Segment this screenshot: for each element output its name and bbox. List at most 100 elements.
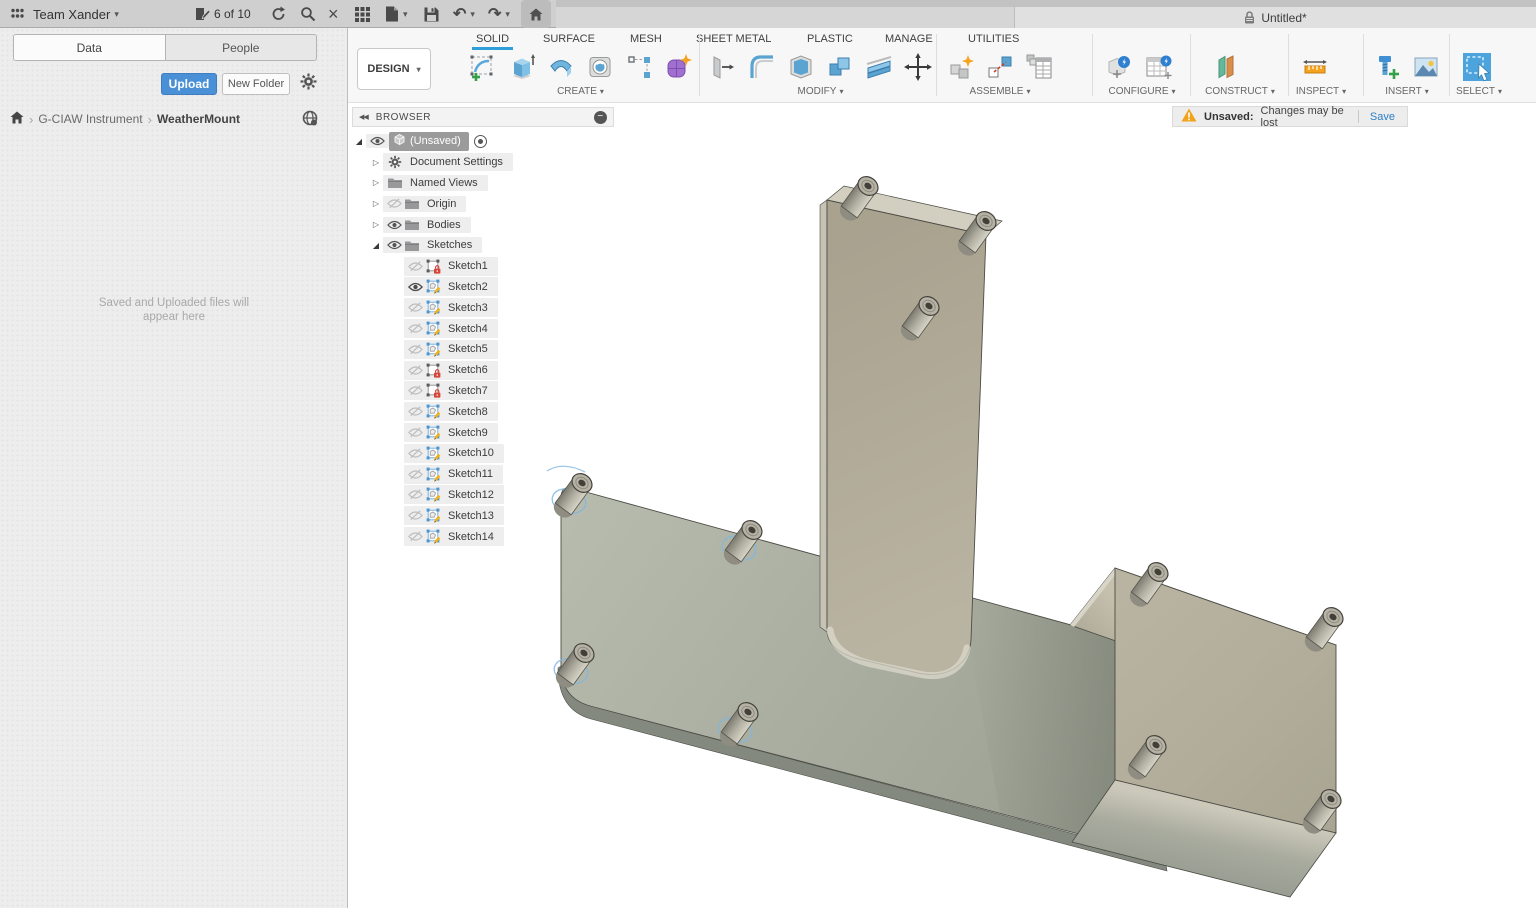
expand-caret-icon[interactable]: ◢ <box>369 241 383 250</box>
create-sketch-icon[interactable] <box>466 50 500 84</box>
tree-item-sketch[interactable]: Sketch14 <box>352 526 614 547</box>
group-create[interactable]: CREATE <box>466 86 695 97</box>
visibility-eye-icon[interactable] <box>386 220 403 230</box>
construct-plane-icon[interactable] <box>1210 50 1244 84</box>
tree-item-sketch[interactable]: Sketch12 <box>352 485 614 506</box>
tree-item-sketch[interactable]: Sketch3 <box>352 297 614 318</box>
tab-manage[interactable]: MANAGE <box>881 31 937 48</box>
breadcrumb-home-icon[interactable] <box>10 111 24 127</box>
collapsed-caret-icon[interactable]: ▷ <box>369 178 383 187</box>
document-root-item[interactable]: (Unsaved) <box>389 132 469 151</box>
visibility-eye-icon[interactable] <box>407 323 424 334</box>
visibility-eye-icon[interactable] <box>407 469 424 480</box>
tree-item-sketch[interactable]: Sketch11 <box>352 464 614 485</box>
tree-item-document-settings[interactable]: ▷ Document Settings <box>352 152 614 173</box>
move-copy-icon[interactable] <box>901 50 935 84</box>
save-link[interactable]: Save <box>1366 111 1399 123</box>
visibility-eye-icon[interactable] <box>407 448 424 459</box>
workspace-selector[interactable]: DESIGN <box>357 48 431 90</box>
visibility-eye-icon[interactable] <box>386 240 403 250</box>
tree-item-origin[interactable]: ▷ Origin <box>352 193 614 214</box>
revolve-icon[interactable] <box>544 50 578 84</box>
globe-icon[interactable] <box>302 110 318 129</box>
refresh-button[interactable] <box>270 0 287 28</box>
display-settings-icon[interactable]: − <box>594 111 607 124</box>
tree-item-sketch[interactable]: Sketch6 <box>352 360 614 381</box>
group-construct[interactable]: CONSTRUCT <box>1194 86 1286 97</box>
extrude-icon[interactable] <box>505 50 539 84</box>
team-menu[interactable]: Team Xander ▾ <box>10 0 119 28</box>
measure-icon[interactable] <box>1298 50 1332 84</box>
group-assemble[interactable]: ASSEMBLE <box>944 86 1056 97</box>
group-insert[interactable]: INSERT <box>1370 86 1444 97</box>
group-configure[interactable]: CONFIGURE <box>1096 86 1188 97</box>
visibility-eye-icon[interactable] <box>369 136 386 146</box>
tab-data[interactable]: Data <box>14 35 165 60</box>
group-select[interactable]: SELECT <box>1444 86 1514 97</box>
tree-item-sketch[interactable]: Sketch13 <box>352 505 614 526</box>
expand-caret-icon[interactable]: ◢ <box>352 137 366 146</box>
file-menu[interactable]: ▾ <box>385 0 408 28</box>
visibility-eye-icon[interactable] <box>407 406 424 417</box>
collapsed-caret-icon[interactable]: ▷ <box>369 158 383 167</box>
breadcrumb-folder[interactable]: WeatherMount <box>157 112 240 126</box>
visibility-eye-off-icon[interactable] <box>386 198 403 209</box>
joint-icon[interactable] <box>983 50 1017 84</box>
visibility-eye-icon[interactable] <box>407 344 424 355</box>
active-component-radio[interactable] <box>474 135 487 148</box>
tree-root-row[interactable]: ◢ (Unsaved) <box>352 131 614 152</box>
tree-item-named-views[interactable]: ▷ Named Views <box>352 173 614 194</box>
tab-people[interactable]: People <box>165 35 317 60</box>
tab-plastic[interactable]: PLASTIC <box>803 31 857 48</box>
home-button[interactable] <box>521 0 551 28</box>
visibility-eye-icon[interactable] <box>407 489 424 500</box>
canvas-icon[interactable] <box>1409 50 1443 84</box>
tree-item-sketch[interactable]: Sketch7 <box>352 381 614 402</box>
configure-icon[interactable] <box>1103 50 1137 84</box>
tree-item-sketch[interactable]: Sketch4 <box>352 318 614 339</box>
new-folder-button[interactable]: New Folder <box>222 73 290 95</box>
tree-item-sketch[interactable]: Sketch10 <box>352 443 614 464</box>
tab-surface[interactable]: SURFACE <box>539 31 599 48</box>
tab-mesh[interactable]: MESH <box>626 31 666 48</box>
undo-button[interactable]: ↶▾ <box>453 0 475 28</box>
collapsed-caret-icon[interactable]: ▷ <box>369 199 383 208</box>
hole-icon[interactable] <box>583 50 617 84</box>
tab-utilities[interactable]: UTILITIES <box>964 31 1023 48</box>
job-status[interactable]: 6 of 10 <box>194 0 251 28</box>
tab-sheet-metal[interactable]: SHEET METAL <box>692 31 775 48</box>
fillet-icon[interactable] <box>745 50 779 84</box>
tree-item-sketch[interactable]: Sketch2 <box>352 277 614 298</box>
split-body-icon[interactable] <box>862 50 896 84</box>
tree-item-sketch[interactable]: Sketch5 <box>352 339 614 360</box>
configuration-table-icon[interactable] <box>1142 50 1176 84</box>
tree-item-sketch[interactable]: Sketch8 <box>352 401 614 422</box>
visibility-eye-icon[interactable] <box>407 510 424 521</box>
close-data-panel-button[interactable]: × <box>328 0 339 28</box>
group-inspect[interactable]: INSPECT <box>1286 86 1356 97</box>
visibility-eye-icon[interactable] <box>407 282 424 292</box>
tree-item-sketches[interactable]: ◢ Sketches <box>352 235 614 256</box>
tree-item-sketch[interactable]: Sketch9 <box>352 422 614 443</box>
visibility-eye-icon[interactable] <box>407 531 424 542</box>
3d-viewport[interactable]: ◀◀ BROWSER − ◢ (Unsaved) <box>348 103 1536 908</box>
rectangular-pattern-icon[interactable] <box>622 50 656 84</box>
redo-button[interactable]: ↷▾ <box>488 0 510 28</box>
tree-item-sketch[interactable]: Sketch1 <box>352 256 614 277</box>
data-settings-button[interactable] <box>297 73 319 95</box>
visibility-eye-icon[interactable] <box>407 261 424 272</box>
visibility-eye-icon[interactable] <box>407 427 424 438</box>
create-form-icon[interactable] <box>661 50 695 84</box>
save-button[interactable] <box>424 0 439 28</box>
group-modify[interactable]: MODIFY <box>706 86 935 97</box>
collapse-panel-icon[interactable]: ◀◀ <box>359 113 368 121</box>
bom-table-icon[interactable] <box>1022 50 1056 84</box>
press-pull-icon[interactable] <box>706 50 740 84</box>
collapsed-caret-icon[interactable]: ▷ <box>369 220 383 229</box>
visibility-eye-icon[interactable] <box>407 302 424 313</box>
grid-view-icon[interactable] <box>355 0 370 28</box>
insert-fastener-icon[interactable] <box>1370 50 1404 84</box>
visibility-eye-icon[interactable] <box>407 385 424 396</box>
select-icon[interactable] <box>1460 50 1494 84</box>
upload-button[interactable]: Upload <box>161 73 217 95</box>
